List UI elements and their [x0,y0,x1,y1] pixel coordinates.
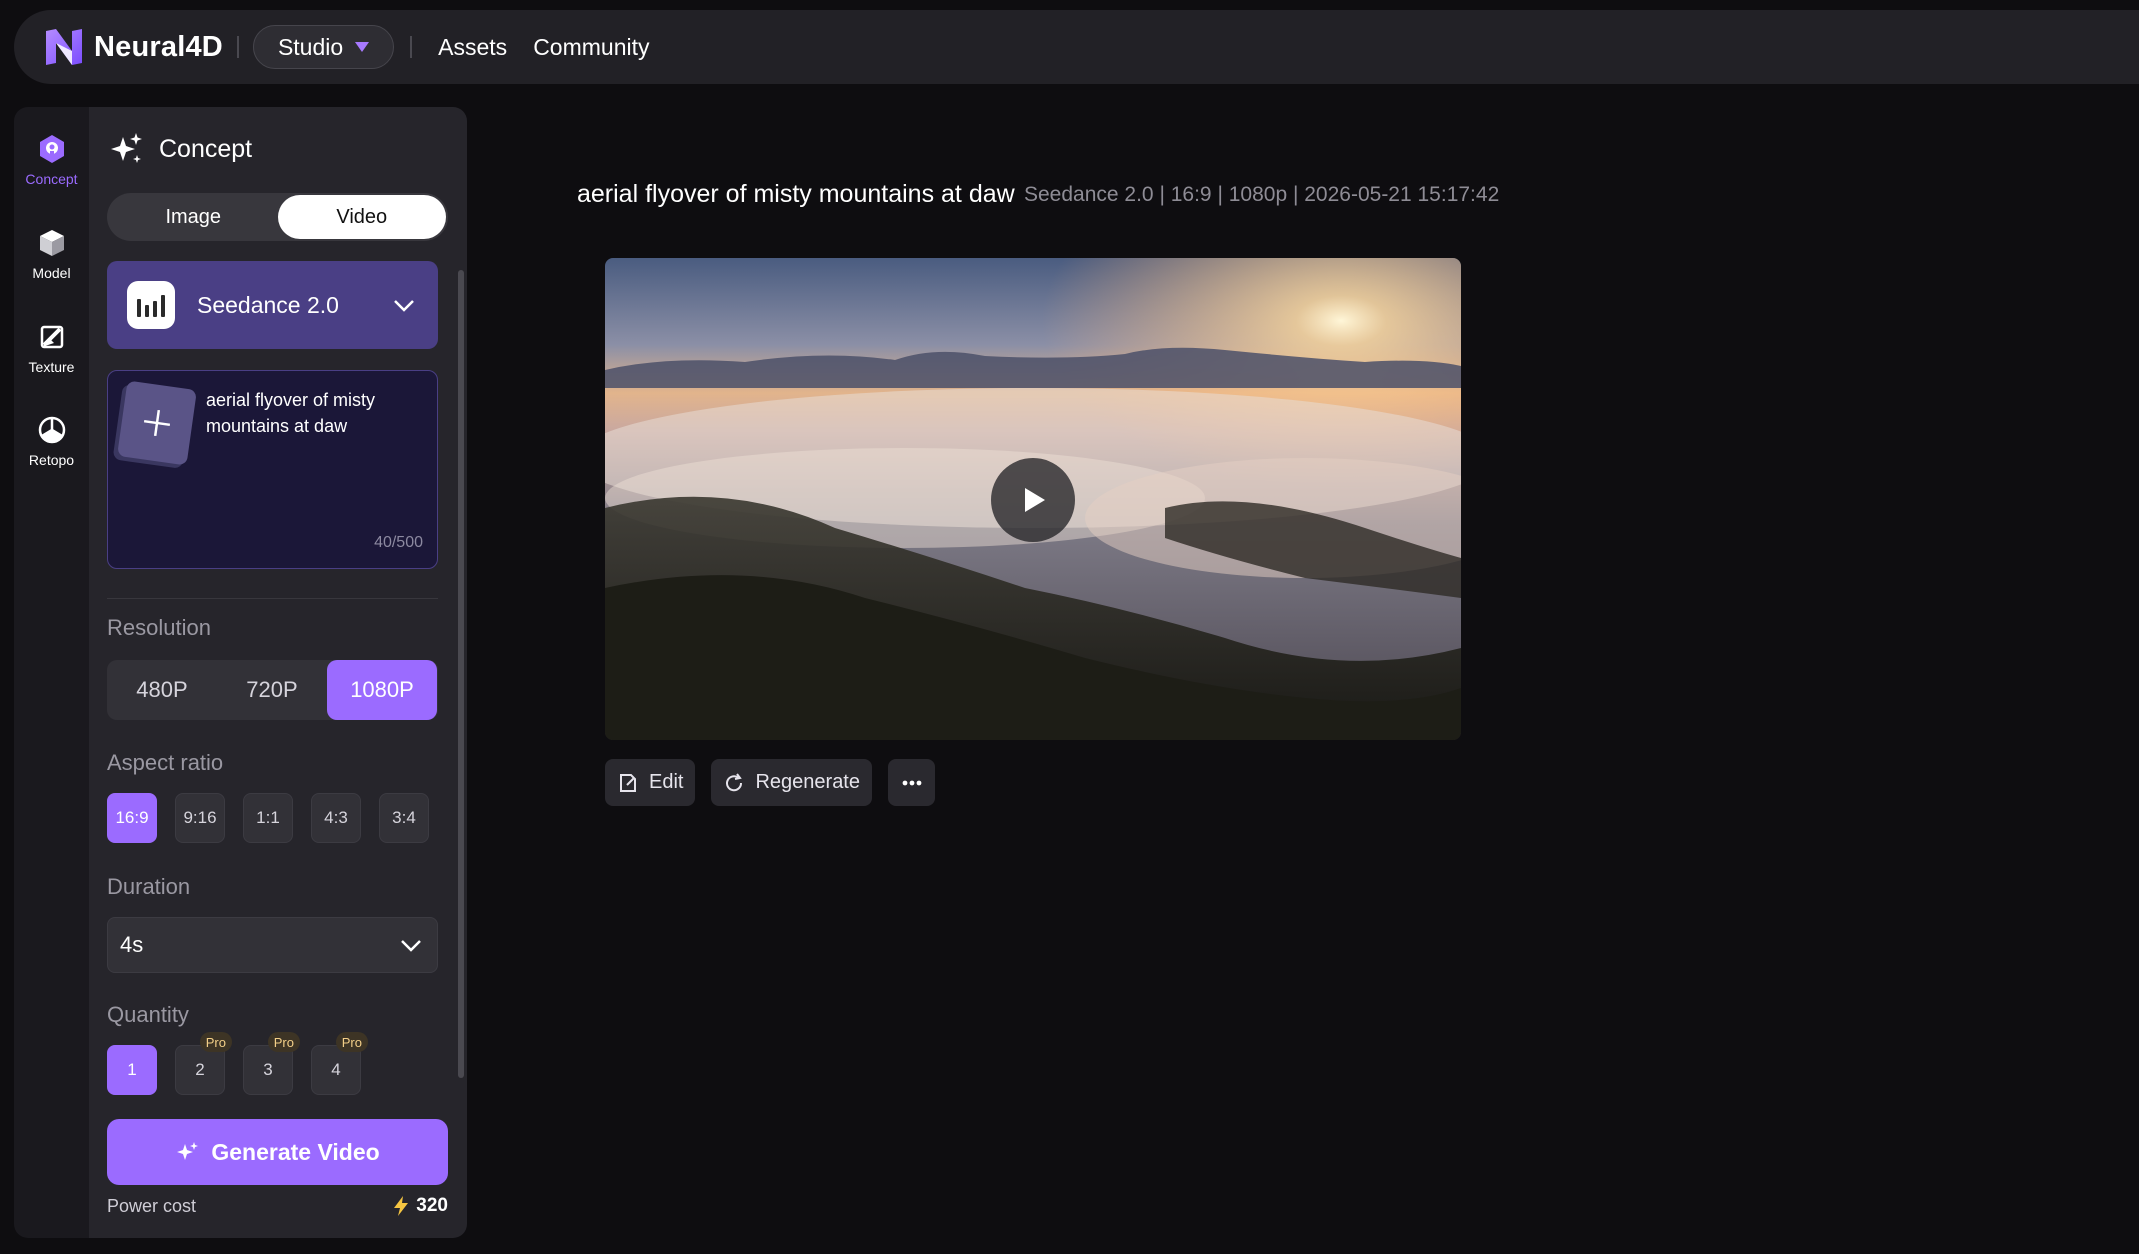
edit-button[interactable]: Edit [605,759,696,806]
resolution-1080p[interactable]: 1080P [327,660,437,720]
edit-icon [620,773,636,792]
model-name: Seedance 2.0 [197,291,339,318]
rail-item-concept[interactable]: Concept [14,121,89,199]
duration-value: 4s [120,932,144,957]
video-preview[interactable] [605,258,1461,740]
more-options-button[interactable] [888,759,935,806]
sparkle-icon [111,133,142,163]
tool-rail: Concept Model Texture Retopo [14,107,89,1238]
resolution-480p[interactable]: 480P [107,660,217,720]
more-icon [902,780,921,785]
quantity-value: 1 [127,1060,137,1079]
aspect-4-3[interactable]: 4:3 [311,793,361,843]
result-actions: Edit Regenerate [605,759,935,806]
regenerate-label: Regenerate [755,771,860,793]
resolution-selector: 480P 720P 1080P [107,660,438,720]
model-selector[interactable]: Seedance 2.0 [107,261,438,349]
rail-label: Texture [28,359,75,375]
nav-community[interactable]: Community [533,34,649,61]
mode-video[interactable]: Video [277,195,446,239]
aspect-16-9[interactable]: 16:9 [107,793,157,843]
quantity-label: Quantity [107,1002,189,1027]
retopo-icon [38,416,65,444]
quantity-selector: 1 2 Pro 3 Pro 4 Pro [107,1032,368,1095]
aspect-9-16[interactable]: 9:16 [175,793,225,843]
quantity-value: 3 [263,1060,273,1079]
quantity-value: 2 [195,1060,205,1079]
chevron-down-icon [401,940,421,952]
rail-label: Concept [25,171,78,187]
nav-assets[interactable]: Assets [438,34,507,61]
seedance-icon [127,281,175,329]
generate-label: Generate Video [211,1138,380,1165]
pro-badge: Pro [267,1032,300,1052]
quantity-3[interactable]: 3 Pro [243,1032,300,1095]
texture-icon [40,325,63,349]
refresh-icon [726,772,743,791]
aspect-3-4[interactable]: 3:4 [379,793,429,843]
aspect-ratio-label: Aspect ratio [107,750,224,775]
quantity-1[interactable]: 1 [107,1045,157,1095]
play-icon [1025,488,1045,512]
app-name: Neural4D [94,30,223,63]
quantity-value: 4 [331,1060,341,1079]
mode-image[interactable]: Image [109,195,278,239]
studio-dropdown[interactable]: Studio [252,25,395,69]
caret-down-icon [355,42,370,52]
aspect-1-1[interactable]: 1:1 [243,793,293,843]
concept-panel: Concept Image Video Seedance 2.0 aerial … [89,107,467,1238]
prompt-text[interactable]: aerial flyover of misty mountains at daw [206,387,411,439]
prompt-box[interactable]: aerial flyover of misty mountains at daw… [107,370,438,569]
resolution-label: Resolution [107,615,211,640]
rail-item-retopo[interactable]: Retopo [14,402,89,480]
quantity-4[interactable]: 4 Pro [311,1032,368,1095]
result-meta: Seedance 2.0 | 16:9 | 1080p | 2026-05-21… [1024,183,1500,206]
edit-label: Edit [649,771,684,793]
cube-icon [39,230,64,256]
lightning-icon [394,1196,409,1216]
logo[interactable]: Neural4D [42,25,223,69]
resolution-720p[interactable]: 720P [217,660,327,720]
top-bar: Neural4D Studio Assets Community [14,10,2139,84]
result-title: aerial flyover of misty mountains at daw [577,180,1015,208]
regenerate-button[interactable]: Regenerate [711,759,872,806]
duration-label: Duration [107,874,191,899]
chevron-down-icon [394,300,414,312]
duration-select[interactable]: 4s [107,917,438,973]
mode-toggle: Image Video [107,193,448,241]
panel-scrollbar[interactable] [458,270,464,1078]
char-count: 40/500 [374,534,423,551]
concept-icon [39,135,64,163]
panel-header: Concept [109,131,252,167]
add-reference-button[interactable] [117,380,197,466]
panel-title: Concept [159,134,253,163]
rail-label: Model [32,265,71,281]
generate-video-button[interactable]: Generate Video [107,1119,448,1185]
play-button[interactable] [991,458,1075,542]
divider [236,36,239,58]
quantity-2[interactable]: 2 Pro [175,1032,232,1095]
sparkle-icon [177,1142,199,1160]
pro-badge: Pro [335,1032,368,1052]
divider [107,598,438,599]
aspect-ratio-selector: 16:9 9:16 1:1 4:3 3:4 [107,793,429,843]
divider [410,36,413,58]
pro-badge: Pro [199,1032,232,1052]
studio-label: Studio [277,33,344,60]
rail-item-model[interactable]: Model [14,215,89,293]
neural4d-logo-icon [46,29,82,65]
power-value: 320 [416,1195,448,1216]
plus-icon [143,409,171,437]
power-label: Power cost [107,1195,197,1216]
rail-item-texture[interactable]: Texture [14,309,89,387]
rail-label: Retopo [28,452,75,468]
power-cost: Power cost 320 [107,1195,448,1217]
